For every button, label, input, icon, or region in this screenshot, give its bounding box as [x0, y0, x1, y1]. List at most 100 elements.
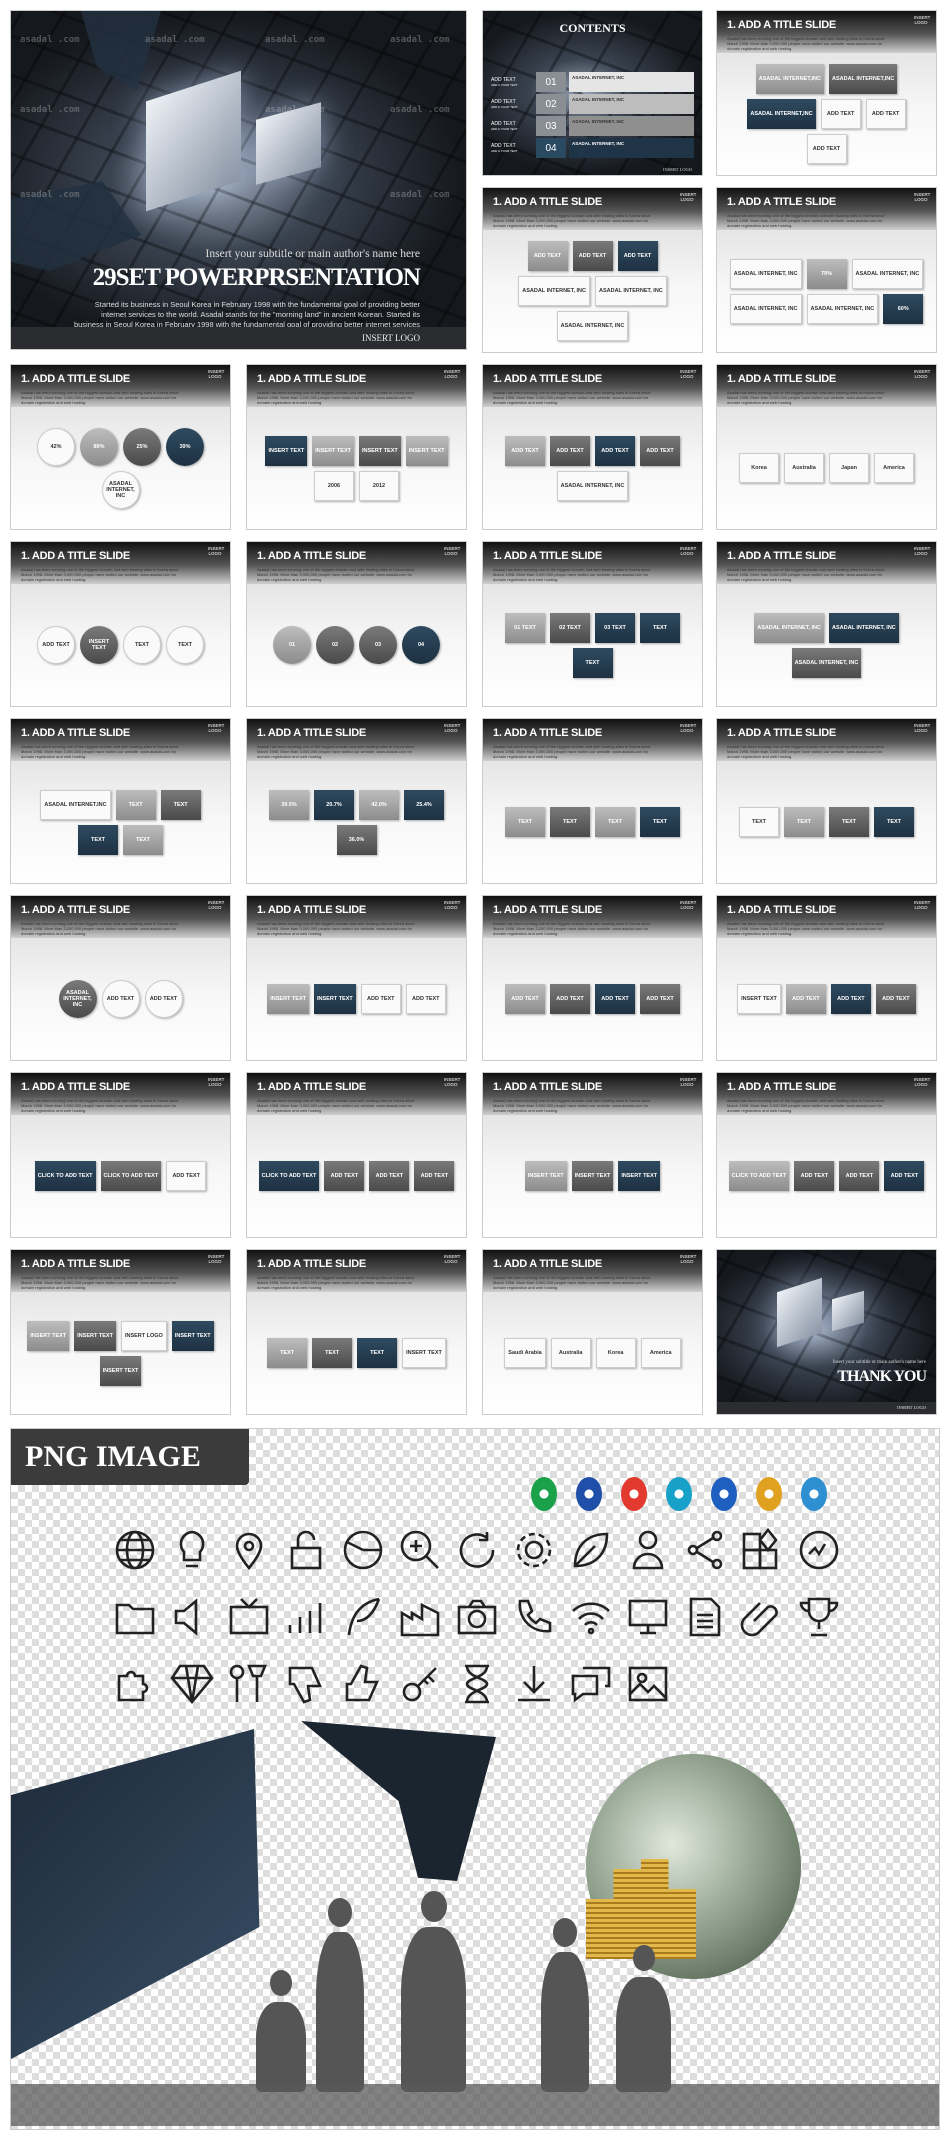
content-block[interactable]: CLICK TO ADD TEXT	[728, 1161, 790, 1191]
content-block[interactable]: INSERT TEXT	[618, 1161, 661, 1191]
content-block[interactable]: ASADAL INTERNET, INC	[58, 980, 97, 1018]
content-block[interactable]: INSERT TEXT	[405, 435, 448, 466]
content-block[interactable]: CLICK TO ADD TEXT	[100, 1161, 162, 1191]
content-slide[interactable]: 1. ADD A TITLE SLIDE Asadal has been runn…	[716, 895, 937, 1061]
content-block[interactable]: ADD TEXT	[405, 984, 446, 1014]
content-block[interactable]: ADD TEXT	[617, 241, 658, 271]
content-block[interactable]: TEXT	[739, 807, 779, 837]
content-block[interactable]: ADD TEXT	[806, 134, 847, 164]
content-block[interactable]: INSERT TEXT	[265, 435, 308, 466]
content-block[interactable]: 02 TEXT	[550, 612, 590, 643]
content-slide[interactable]: 1. ADD A TITLE SLIDE Asadal has been runn…	[716, 1072, 937, 1238]
content-block[interactable]: ADD TEXT	[166, 1161, 207, 1191]
content-block[interactable]: ADD TEXT	[820, 99, 861, 129]
content-block[interactable]: INSERT TEXT	[99, 1355, 142, 1386]
content-slide[interactable]: 1. ADD A TITLE SLIDE Asadal has been runn…	[10, 895, 231, 1061]
content-slide[interactable]: 1. ADD A TITLE SLIDE Asadal has been runn…	[482, 1249, 703, 1415]
content-block[interactable]: INSERT TEXT	[74, 1320, 116, 1351]
content-block[interactable]: INSERT TEXT	[737, 984, 781, 1014]
content-block[interactable]: ADD TEXT	[37, 626, 75, 664]
thankyou-slide[interactable]: Insert your subtitle or main author's na…	[716, 1249, 937, 1415]
content-block[interactable]: ADD TEXT	[595, 435, 635, 466]
content-slide[interactable]: 1. ADD A TITLE SLIDE Asadal has been runn…	[10, 1072, 231, 1238]
content-block[interactable]: TEXT	[829, 807, 869, 837]
content-block[interactable]: ASADAL INTERNET, INC	[518, 276, 590, 306]
content-block[interactable]: America	[874, 453, 914, 483]
content-block[interactable]: ADD TEXT	[369, 1161, 410, 1191]
content-block[interactable]: CLICK TO ADD TEXT	[34, 1161, 96, 1191]
content-block[interactable]: INSERT TEXT	[314, 984, 356, 1014]
content-block[interactable]: ADD TEXT	[505, 435, 545, 466]
content-block[interactable]: ADD TEXT	[640, 435, 680, 466]
content-block[interactable]: ADD TEXT	[144, 980, 183, 1018]
content-block[interactable]: 25.4%	[404, 789, 444, 820]
content-block[interactable]: ASADAL INTERNET, INC	[754, 612, 824, 643]
content-slide[interactable]: 1. ADD A TITLE SLIDE Asadal has been runn…	[10, 718, 231, 884]
content-block[interactable]: TEXT	[166, 626, 204, 664]
content-slide[interactable]: 1. ADD A TITLE SLIDE Asadal has been runn…	[10, 1249, 231, 1415]
content-block[interactable]: 89%	[80, 427, 118, 466]
content-slide[interactable]: 1. ADD A TITLE SLIDE Asadal has been runn…	[10, 364, 231, 530]
content-slide[interactable]: 1. ADD A TITLE SLIDE Asadal has been runn…	[482, 541, 703, 707]
content-slide[interactable]: 1. ADD A TITLE SLIDE Asadal has been runn…	[246, 364, 467, 530]
content-block[interactable]: INSERT TEXT	[27, 1320, 70, 1351]
content-block[interactable]: ADD TEXT	[527, 241, 568, 271]
content-block[interactable]: TEXT	[572, 647, 613, 678]
content-slide[interactable]: 1. ADD A TITLE SLIDE Asadal has been runn…	[716, 541, 937, 707]
content-block[interactable]: 02	[316, 626, 354, 664]
content-block[interactable]: 60%	[883, 293, 924, 324]
content-block[interactable]: 42.0%	[359, 789, 399, 820]
contents-item[interactable]: ADD TEXT ADD A YOUR TEXT 04 ASADAL INTERNET…	[491, 137, 694, 159]
content-block[interactable]: 03	[359, 626, 397, 664]
content-block[interactable]: ASADAL INTERNET, INC	[791, 647, 862, 678]
content-slide[interactable]: 1. ADD A TITLE SLIDE Asadal has been runn…	[246, 895, 467, 1061]
content-block[interactable]: 25%	[123, 427, 161, 466]
content-block[interactable]: ADD TEXT	[550, 984, 590, 1014]
content-slide[interactable]: 1. ADD A TITLE SLIDE Asadal has been runn…	[482, 895, 703, 1061]
content-block[interactable]: 04	[402, 626, 440, 664]
content-block[interactable]: TEXT	[115, 789, 156, 820]
content-slide[interactable]: 1. ADD A TITLE SLIDE Asadal has been runn…	[246, 1072, 467, 1238]
content-block[interactable]: ADD TEXT	[839, 1161, 880, 1191]
content-block[interactable]: ADD TEXT	[595, 984, 635, 1014]
content-block[interactable]: 03 TEXT	[595, 612, 635, 643]
content-block[interactable]: TEXT	[784, 807, 824, 837]
content-block[interactable]: TEXT	[640, 807, 680, 837]
content-block[interactable]: TEXT	[595, 807, 635, 837]
content-block[interactable]: ASADAL INTERNET, INC	[101, 470, 140, 509]
content-block[interactable]: ADD TEXT	[572, 241, 613, 271]
content-block[interactable]: 01	[273, 626, 311, 664]
content-slide[interactable]: 1. ADD A TITLE SLIDE Asadal has been runn…	[716, 364, 937, 530]
content-block[interactable]: INSERT TEXT	[359, 435, 401, 466]
content-block[interactable]: TEXT	[123, 824, 163, 855]
content-block[interactable]: ASADAL INTERNET, INC	[829, 612, 899, 643]
content-block[interactable]: America	[640, 1338, 681, 1368]
content-slide[interactable]: 1. ADD A TITLE SLIDE Asadal has been runn…	[10, 541, 231, 707]
content-block[interactable]: INSERT TEXT	[171, 1320, 214, 1351]
content-block[interactable]: 42%	[37, 427, 75, 466]
content-block[interactable]: INSERT TEXT	[524, 1161, 567, 1191]
contents-item[interactable]: ADD TEXT ADD A YOUR TEXT 01 ASADAL INTERNET…	[491, 71, 694, 93]
content-block[interactable]: 39%	[166, 427, 204, 466]
cover-slide[interactable]: Insert your subtitle or main author's na…	[10, 10, 467, 350]
content-block[interactable]: INSERT TEXT	[402, 1338, 446, 1368]
content-block[interactable]: ASADAL INTERNET,INC	[755, 64, 824, 94]
content-block[interactable]: 01 TEXT	[505, 612, 545, 643]
content-slide[interactable]: 1. ADD A TITLE SLIDE Asadal has been runn…	[246, 541, 467, 707]
content-block[interactable]: 2012	[359, 470, 399, 501]
content-slide[interactable]: 1. ADD A TITLE SLIDE Asadal has been runn…	[482, 718, 703, 884]
content-block[interactable]: ASADAL INTERNET, INC	[729, 258, 802, 289]
content-block[interactable]: ASADAL INTERNET,INC	[747, 99, 816, 129]
content-block[interactable]: Australia	[550, 1338, 591, 1368]
content-block[interactable]: TEXT	[640, 612, 680, 643]
content-slide[interactable]: 1. ADD A TITLE SLIDE Asadal has been runn…	[716, 10, 937, 176]
content-block[interactable]: TEXT	[78, 824, 118, 855]
content-block[interactable]: Japan	[829, 453, 869, 483]
content-block[interactable]: ADD TEXT	[414, 1161, 455, 1191]
content-block[interactable]: TEXT	[160, 789, 201, 820]
contents-item[interactable]: ADD TEXT ADD A YOUR TEXT 03 ASADAL INTERNET…	[491, 115, 694, 137]
contents-item[interactable]: ADD TEXT ADD A YOUR TEXT 02 ASADAL INTERNET…	[491, 93, 694, 115]
content-slide[interactable]: 1. ADD A TITLE SLIDE Asadal has been runn…	[482, 1072, 703, 1238]
content-block[interactable]: Korea	[739, 453, 779, 483]
content-block[interactable]: TEXT	[874, 807, 914, 837]
